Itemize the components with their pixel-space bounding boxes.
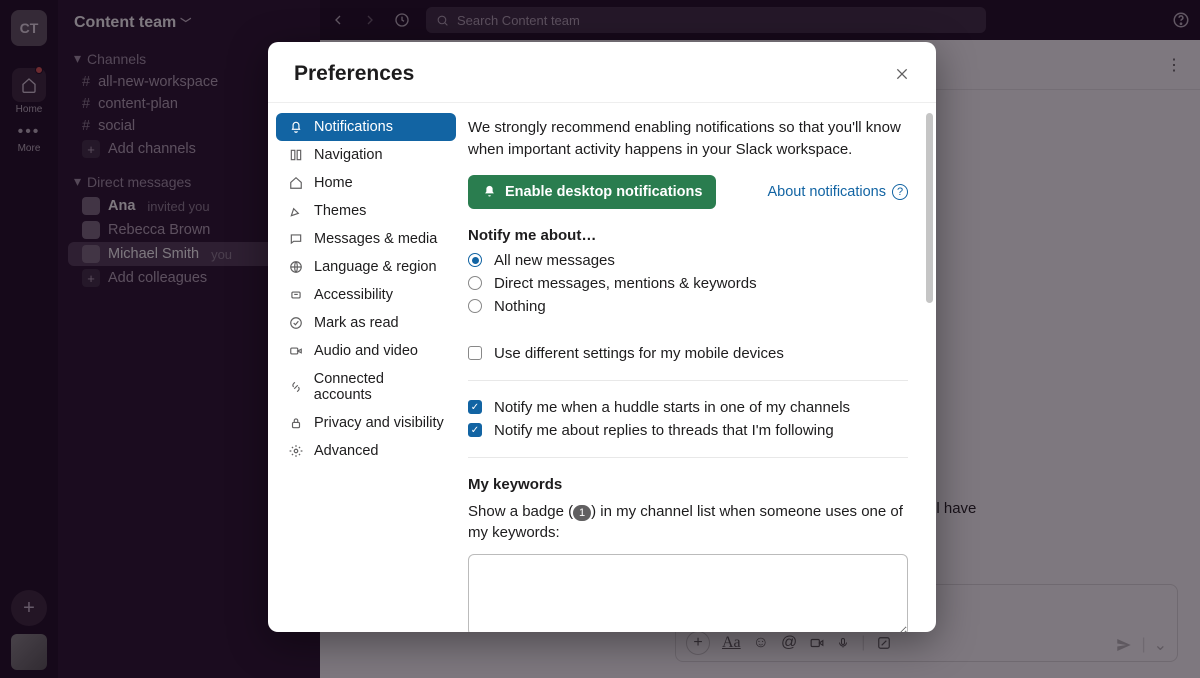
preferences-modal: Preferences Notifications Navigation Hom… [268, 42, 936, 632]
about-notifications-link[interactable]: About notifications ? [768, 184, 909, 200]
modal-title: Preferences [294, 62, 414, 86]
lock-icon [288, 416, 304, 430]
prefnav-navigation[interactable]: Navigation [276, 141, 456, 169]
enable-notifications-button[interactable]: Enable desktop notifications [468, 175, 716, 209]
prefnav-advanced[interactable]: Advanced [276, 437, 456, 465]
keywords-description: Show a badge (1) in my channel list when… [468, 501, 908, 545]
bell-icon [288, 120, 304, 134]
radio-all-messages[interactable]: All new messages [468, 252, 908, 269]
radio-dm-mentions[interactable]: Direct messages, mentions & keywords [468, 275, 908, 292]
notify-heading: Notify me about… [468, 227, 908, 244]
messages-icon [288, 232, 304, 246]
themes-icon [288, 204, 304, 218]
checkbox-icon [468, 346, 482, 360]
preferences-content: We strongly recommend enabling notificat… [464, 103, 936, 632]
help-icon: ? [892, 184, 908, 200]
scrollbar[interactable] [926, 113, 933, 303]
prefnav-connected[interactable]: Connected accounts [276, 365, 456, 409]
keywords-heading: My keywords [468, 476, 908, 493]
check-mobile-diff[interactable]: Use different settings for my mobile dev… [468, 345, 908, 362]
prefnav-messages[interactable]: Messages & media [276, 225, 456, 253]
check-icon [288, 316, 304, 330]
link-icon [288, 380, 304, 394]
globe-icon [288, 260, 304, 274]
badge-icon: 1 [573, 505, 591, 521]
prefnav-markread[interactable]: Mark as read [276, 309, 456, 337]
prefnav-language[interactable]: Language & region [276, 253, 456, 281]
home-icon [288, 176, 304, 190]
radio-icon [468, 253, 482, 267]
accessibility-icon [288, 288, 304, 302]
prefnav-notifications[interactable]: Notifications [276, 113, 456, 141]
notif-intro: We strongly recommend enabling notificat… [468, 117, 908, 161]
prefnav-themes[interactable]: Themes [276, 197, 456, 225]
prefnav-privacy[interactable]: Privacy and visibility [276, 409, 456, 437]
checkbox-icon: ✓ [468, 400, 482, 414]
keywords-textarea[interactable] [468, 554, 908, 632]
close-icon[interactable] [894, 66, 910, 82]
video-icon [288, 344, 304, 358]
prefnav-home[interactable]: Home [276, 169, 456, 197]
preferences-nav: Notifications Navigation Home Themes Mes… [268, 103, 464, 632]
bell-icon [482, 184, 497, 199]
check-huddle[interactable]: ✓Notify me when a huddle starts in one o… [468, 399, 908, 416]
radio-icon [468, 276, 482, 290]
checkbox-icon: ✓ [468, 423, 482, 437]
gear-icon [288, 444, 304, 458]
prefnav-accessibility[interactable]: Accessibility [276, 281, 456, 309]
radio-icon [468, 299, 482, 313]
navigation-icon [288, 148, 304, 162]
prefnav-audiovideo[interactable]: Audio and video [276, 337, 456, 365]
radio-nothing[interactable]: Nothing [468, 298, 908, 315]
check-threads[interactable]: ✓Notify me about replies to threads that… [468, 422, 908, 439]
